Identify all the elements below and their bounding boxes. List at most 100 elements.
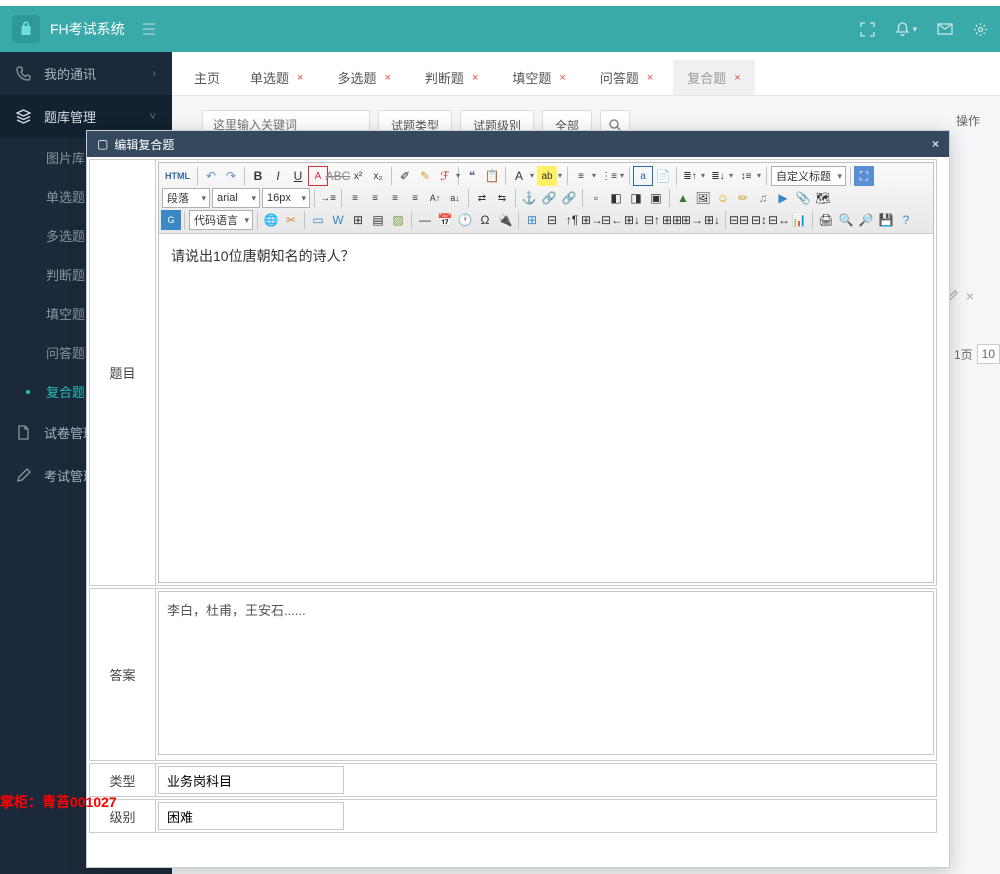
insert-para-before-icon[interactable]: ↑¶: [562, 210, 582, 230]
gear-icon[interactable]: [973, 22, 988, 37]
search-icon[interactable]: 🔎: [856, 210, 876, 230]
text-direction-ltr-icon[interactable]: ⇄: [472, 188, 492, 208]
scrawl-icon[interactable]: ✏: [733, 188, 753, 208]
close-icon[interactable]: ×: [297, 72, 303, 84]
template-icon[interactable]: ▤: [368, 210, 388, 230]
delete-row-icon[interactable]: ⊟←: [602, 210, 622, 230]
align-left-icon[interactable]: ≡: [345, 188, 365, 208]
video-icon[interactable]: ▶: [773, 188, 793, 208]
mail-icon[interactable]: [937, 23, 953, 35]
lowercase-icon[interactable]: a↓: [445, 188, 465, 208]
tab-composite[interactable]: 复合题×: [673, 60, 754, 95]
tab-fill[interactable]: 填空题×: [498, 60, 579, 95]
align-right-icon[interactable]: ≡: [385, 188, 405, 208]
tab-judge[interactable]: 判断题×: [411, 60, 492, 95]
music-icon[interactable]: ♫: [753, 188, 773, 208]
snapscreen-icon[interactable]: ✂: [281, 210, 301, 230]
close-icon[interactable]: ×: [932, 137, 939, 151]
split-cols-icon[interactable]: ⊟↔: [769, 210, 789, 230]
editor-content-area[interactable]: 请说出10位唐朝知名的诗人？: [159, 234, 933, 582]
uppercase-icon[interactable]: A↑: [425, 188, 445, 208]
close-icon[interactable]: ×: [734, 72, 740, 84]
selectall-icon[interactable]: a: [633, 166, 653, 186]
simple-upload-icon[interactable]: ▲: [673, 188, 693, 208]
horizontal-rule-icon[interactable]: —: [415, 210, 435, 230]
autotype-icon[interactable]: ℱ: [435, 166, 455, 186]
insert-image-icon[interactable]: 🖼: [693, 188, 713, 208]
pagebreak-icon[interactable]: ⊞: [348, 210, 368, 230]
rowspacing-bottom-icon[interactable]: ≣↓: [708, 166, 728, 186]
custom-title-select[interactable]: 自定义标题: [771, 166, 846, 186]
insert-col-icon[interactable]: ⊞↓: [622, 210, 642, 230]
attachment-icon[interactable]: 📎: [793, 188, 813, 208]
close-icon[interactable]: ×: [559, 72, 565, 84]
image-right-icon[interactable]: ◨: [626, 188, 646, 208]
gmap-icon[interactable]: G: [161, 210, 181, 230]
redo-icon[interactable]: ↷: [221, 166, 241, 186]
strikethrough-icon[interactable]: ABC: [328, 166, 348, 186]
eraser-icon[interactable]: ✐: [395, 166, 415, 186]
fullscreen-icon[interactable]: [860, 22, 875, 37]
specialchar-icon[interactable]: Ω: [475, 210, 495, 230]
forecolor-icon[interactable]: A: [509, 166, 529, 186]
insert-frame-icon[interactable]: ▭: [308, 210, 328, 230]
sidebar-item-communication[interactable]: 我的通讯 ›: [0, 52, 172, 95]
html-source-button[interactable]: HTML: [161, 166, 194, 186]
align-center-icon[interactable]: ≡: [365, 188, 385, 208]
code-language-select[interactable]: 代码语言: [189, 210, 253, 230]
preview-icon[interactable]: 🔍: [836, 210, 856, 230]
underline-icon[interactable]: U: [288, 166, 308, 186]
lineheight-icon[interactable]: ↕≡: [736, 166, 756, 186]
undo-icon[interactable]: ↶: [201, 166, 221, 186]
split-rows-icon[interactable]: ⊟↕: [749, 210, 769, 230]
help-icon[interactable]: ?: [896, 210, 916, 230]
delete-col-icon[interactable]: ⊟↑: [642, 210, 662, 230]
level-input[interactable]: [158, 802, 344, 830]
rowspacing-top-icon[interactable]: ≣↑: [680, 166, 700, 186]
merge-down-icon[interactable]: ⊞↓: [702, 210, 722, 230]
bell-icon[interactable]: ▾: [895, 22, 917, 37]
print-icon[interactable]: 🖨: [816, 210, 836, 230]
close-icon[interactable]: ×: [647, 72, 653, 84]
type-input[interactable]: [158, 766, 344, 794]
tab-multi[interactable]: 多选题×: [323, 60, 404, 95]
image-left-icon[interactable]: ◧: [606, 188, 626, 208]
merge-right-icon[interactable]: ⊞→: [682, 210, 702, 230]
ordered-list-icon[interactable]: ≡: [571, 166, 591, 186]
tab-qa[interactable]: 问答题×: [586, 60, 667, 95]
text-direction-rtl-icon[interactable]: ⇆: [492, 188, 512, 208]
globe-icon[interactable]: 🌐: [261, 210, 281, 230]
backcolor-icon[interactable]: ab: [537, 166, 557, 186]
superscript-icon[interactable]: x²: [348, 166, 368, 186]
unordered-list-icon[interactable]: ⋮≡: [599, 166, 619, 186]
image-none-icon[interactable]: ▫: [586, 188, 606, 208]
link-icon[interactable]: 🔗: [539, 188, 559, 208]
insert-row-icon[interactable]: ⊞→: [582, 210, 602, 230]
insert-table-icon[interactable]: ⊞: [522, 210, 542, 230]
font-size-select[interactable]: 16px: [262, 188, 310, 208]
close-icon[interactable]: ×: [384, 72, 390, 84]
unlink-icon[interactable]: 🔗: [559, 188, 579, 208]
paragraph-select[interactable]: 段落: [162, 188, 210, 208]
background-icon[interactable]: ▨: [388, 210, 408, 230]
fullscreen-button[interactable]: ⛶: [854, 166, 874, 186]
italic-icon[interactable]: I: [268, 166, 288, 186]
cleardoc-icon[interactable]: 📄: [653, 166, 673, 186]
indent-icon[interactable]: →≡: [318, 188, 338, 208]
merge-cells-icon[interactable]: ⊞⊞: [662, 210, 682, 230]
font-family-select[interactable]: arial: [212, 188, 260, 208]
anchor-icon[interactable]: ⚓: [519, 188, 539, 208]
page-size-select[interactable]: 10: [977, 344, 1000, 364]
tab-single[interactable]: 单选题×: [236, 60, 317, 95]
menu-toggle-icon[interactable]: [143, 22, 159, 36]
subscript-icon[interactable]: x₂: [368, 166, 388, 186]
format-match-icon[interactable]: ✎: [415, 166, 435, 186]
chart-icon[interactable]: 📊: [789, 210, 809, 230]
answer-textarea[interactable]: [158, 591, 934, 755]
drafts-icon[interactable]: 💾: [876, 210, 896, 230]
pasteplain-icon[interactable]: 📋: [482, 166, 502, 186]
close-icon[interactable]: ×: [472, 72, 478, 84]
tab-home[interactable]: 主页: [184, 60, 230, 95]
close-icon[interactable]: ×: [966, 288, 974, 304]
delete-table-icon[interactable]: ⊟: [542, 210, 562, 230]
